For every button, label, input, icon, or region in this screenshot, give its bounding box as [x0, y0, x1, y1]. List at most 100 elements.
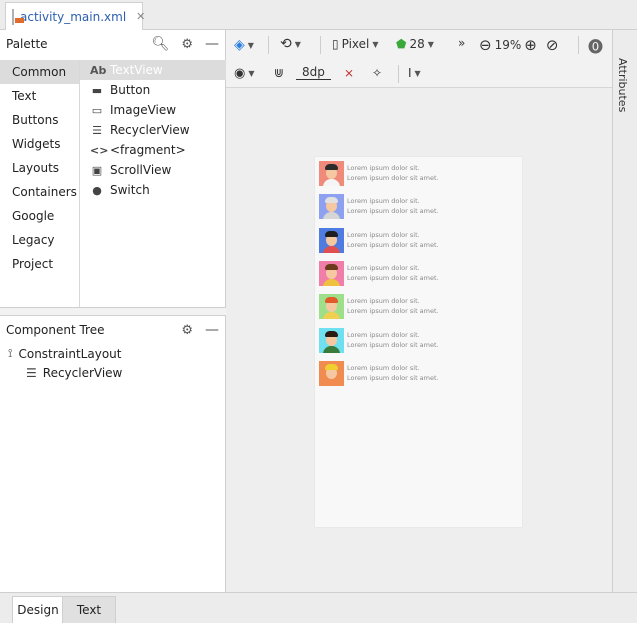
palette-item-label: Switch: [110, 183, 150, 197]
infer-constraints-button[interactable]: ✧: [372, 66, 382, 80]
list-item[interactable]: Lorem ipsum dolor sit. Lorem ipsum dolor …: [319, 260, 519, 286]
list-item[interactable]: Lorem ipsum dolor sit. Lorem ipsum dolor …: [319, 227, 519, 253]
palette-item-scrollview[interactable]: ▣ ScrollView: [80, 160, 226, 180]
toolbar-divider: [398, 65, 399, 83]
palette-item-button[interactable]: ▬ Button: [80, 80, 226, 100]
avatar: [319, 160, 344, 186]
code-brackets-icon: <>: [90, 143, 109, 157]
list-item-line2: Lorem ipsum dolor sit amet.: [347, 341, 439, 349]
list-item-text: Lorem ipsum dolor sit. Lorem ipsum dolor …: [347, 263, 439, 283]
layers-dropdown[interactable]: ◈ ▼: [234, 37, 254, 53]
autoconnect-toggle[interactable]: ⋓: [274, 66, 284, 80]
list-item[interactable]: Lorem ipsum dolor sit. Lorem ipsum dolor …: [319, 327, 519, 353]
device-preview[interactable]: Lorem ipsum dolor sit. Lorem ipsum dolor …: [315, 157, 522, 527]
palette-panel: Palette 🔍︎ ⚙ — Common Text Buttons Widge…: [0, 30, 226, 307]
list-item[interactable]: Lorem ipsum dolor sit. Lorem ipsum dolor …: [319, 360, 519, 386]
attributes-side-strip: Attributes: [612, 30, 637, 592]
palette-item-label: ScrollView: [110, 163, 172, 177]
category-google[interactable]: Google: [0, 204, 79, 228]
palette-item-imageview[interactable]: ▭ ImageView: [80, 100, 226, 120]
avatar-hair: [325, 196, 338, 203]
zoom-out-icon[interactable]: ⊖: [479, 36, 492, 54]
palette-item-fragment[interactable]: <> <fragment>: [80, 140, 226, 160]
list-item-line2: Lorem ipsum dolor sit amet.: [347, 307, 439, 315]
device-label: Pixel: [341, 37, 370, 51]
design-toolbar-top: ◈ ▼ ⟲ ▼ ▯ Pixel ▼ ⬟ 28 ▼ » ⊖ 19% ⊕ ⊘ ⓿: [226, 30, 612, 60]
image-icon: ▭: [91, 103, 103, 117]
category-project[interactable]: Project: [0, 252, 79, 276]
device-dropdown[interactable]: ▯ Pixel ▼: [332, 37, 379, 51]
list-item-line2: Lorem ipsum dolor sit amet.: [347, 174, 439, 182]
eye-icon: ◉: [234, 66, 246, 81]
toolbar-divider: [320, 36, 321, 54]
gear-icon[interactable]: ⚙: [181, 323, 193, 338]
file-tab-activity-main[interactable]: activity_main.xml ✕: [5, 2, 145, 30]
clear-constraints-icon: ⨯: [344, 66, 355, 80]
tree-node-constraintlayout[interactable]: ⟟ ConstraintLayout: [8, 346, 121, 361]
list-item-text: Lorem ipsum dolor sit. Lorem ipsum dolor …: [347, 230, 439, 250]
avatar-body: [323, 211, 340, 219]
warnings-button[interactable]: ⓿: [588, 36, 603, 57]
avatar: [319, 193, 344, 219]
tree-node-label: ConstraintLayout: [18, 346, 122, 361]
button-icon: ▬: [91, 83, 103, 97]
orientation-dropdown[interactable]: ⟲ ▼: [280, 36, 301, 52]
list-item-line1: Lorem ipsum dolor sit.: [347, 331, 420, 339]
margin-value: 8dp: [302, 65, 325, 79]
list-item-text: Lorem ipsum dolor sit. Lorem ipsum dolor …: [347, 363, 439, 383]
minimize-icon[interactable]: —: [205, 36, 219, 52]
avatar-body: [323, 378, 340, 386]
zoom-controls: ⊖ 19% ⊕ ⊘: [479, 36, 558, 54]
category-layouts[interactable]: Layouts: [0, 156, 79, 180]
api-dropdown[interactable]: ⬟ 28 ▼: [396, 37, 434, 51]
avatar: [319, 227, 344, 253]
category-containers[interactable]: Containers: [0, 180, 79, 204]
list-item[interactable]: Lorem ipsum dolor sit. Lorem ipsum dolor …: [319, 193, 519, 219]
view-options-dropdown[interactable]: ◉ ▼: [234, 66, 255, 81]
palette-item-recyclerview[interactable]: ☰ RecyclerView: [80, 120, 226, 140]
category-buttons[interactable]: Buttons: [0, 108, 79, 132]
double-chevron-icon: »: [458, 36, 466, 50]
list-item-text: Lorem ipsum dolor sit. Lorem ipsum dolor …: [347, 196, 439, 216]
design-toolbar-bottom: ◉ ▼ ⋓ 8dp ⨯ ✧ Ⅰ ▼: [226, 60, 612, 88]
chevron-down-icon: ▼: [427, 39, 434, 49]
list-item-text: Lorem ipsum dolor sit. Lorem ipsum dolor …: [347, 163, 439, 183]
tab-text[interactable]: Text: [62, 596, 116, 623]
switch-icon: ●: [92, 183, 102, 197]
default-margin-field[interactable]: 8dp: [296, 65, 331, 80]
zoom-fit-icon[interactable]: ⊘: [546, 36, 559, 54]
tree-node-label: RecyclerView: [42, 366, 123, 380]
avatar-body: [323, 245, 340, 253]
palette-title: Palette: [6, 37, 48, 51]
guidelines-dropdown[interactable]: Ⅰ ▼: [408, 66, 421, 80]
category-text[interactable]: Text: [0, 84, 79, 108]
gear-icon[interactable]: ⚙: [181, 37, 193, 52]
list-item-line2: Lorem ipsum dolor sit amet.: [347, 241, 439, 249]
minimize-icon[interactable]: —: [205, 322, 219, 338]
close-tab-icon[interactable]: ✕: [136, 10, 145, 23]
list-item[interactable]: Lorem ipsum dolor sit. Lorem ipsum dolor …: [319, 293, 519, 319]
tree-node-recyclerview[interactable]: ☰ RecyclerView: [26, 366, 122, 380]
chevron-down-icon: ▼: [248, 69, 255, 78]
category-legacy[interactable]: Legacy: [0, 228, 79, 252]
list-item-line2: Lorem ipsum dolor sit amet.: [347, 374, 439, 382]
phone-icon: ▯: [332, 37, 339, 51]
panel-splitter[interactable]: [0, 307, 226, 316]
category-common[interactable]: Common: [0, 60, 79, 84]
palette-category-list: Common Text Buttons Widgets Layouts Cont…: [0, 60, 80, 307]
xml-file-icon: [12, 8, 24, 25]
zoom-in-icon[interactable]: ⊕: [524, 36, 537, 54]
palette-item-switch[interactable]: ● Switch: [80, 180, 226, 200]
chevron-down-icon: ▼: [372, 39, 379, 49]
attributes-tab[interactable]: Attributes: [616, 58, 629, 112]
component-tree-panel: Component Tree ⚙ — ⟟ ConstraintLayout ☰ …: [0, 316, 226, 592]
list-item[interactable]: Lorem ipsum dolor sit. Lorem ipsum dolor …: [319, 160, 519, 186]
search-icon[interactable]: 🔍︎: [152, 36, 170, 52]
more-actions-button[interactable]: »: [458, 36, 465, 50]
category-widgets[interactable]: Widgets: [0, 132, 79, 156]
palette-item-textview[interactable]: Ab TextView: [80, 60, 226, 80]
avatar: [319, 360, 344, 386]
palette-item-label: ImageView: [110, 103, 177, 117]
tab-design[interactable]: Design: [12, 596, 64, 623]
clear-constraints-button[interactable]: ⨯: [344, 66, 354, 80]
